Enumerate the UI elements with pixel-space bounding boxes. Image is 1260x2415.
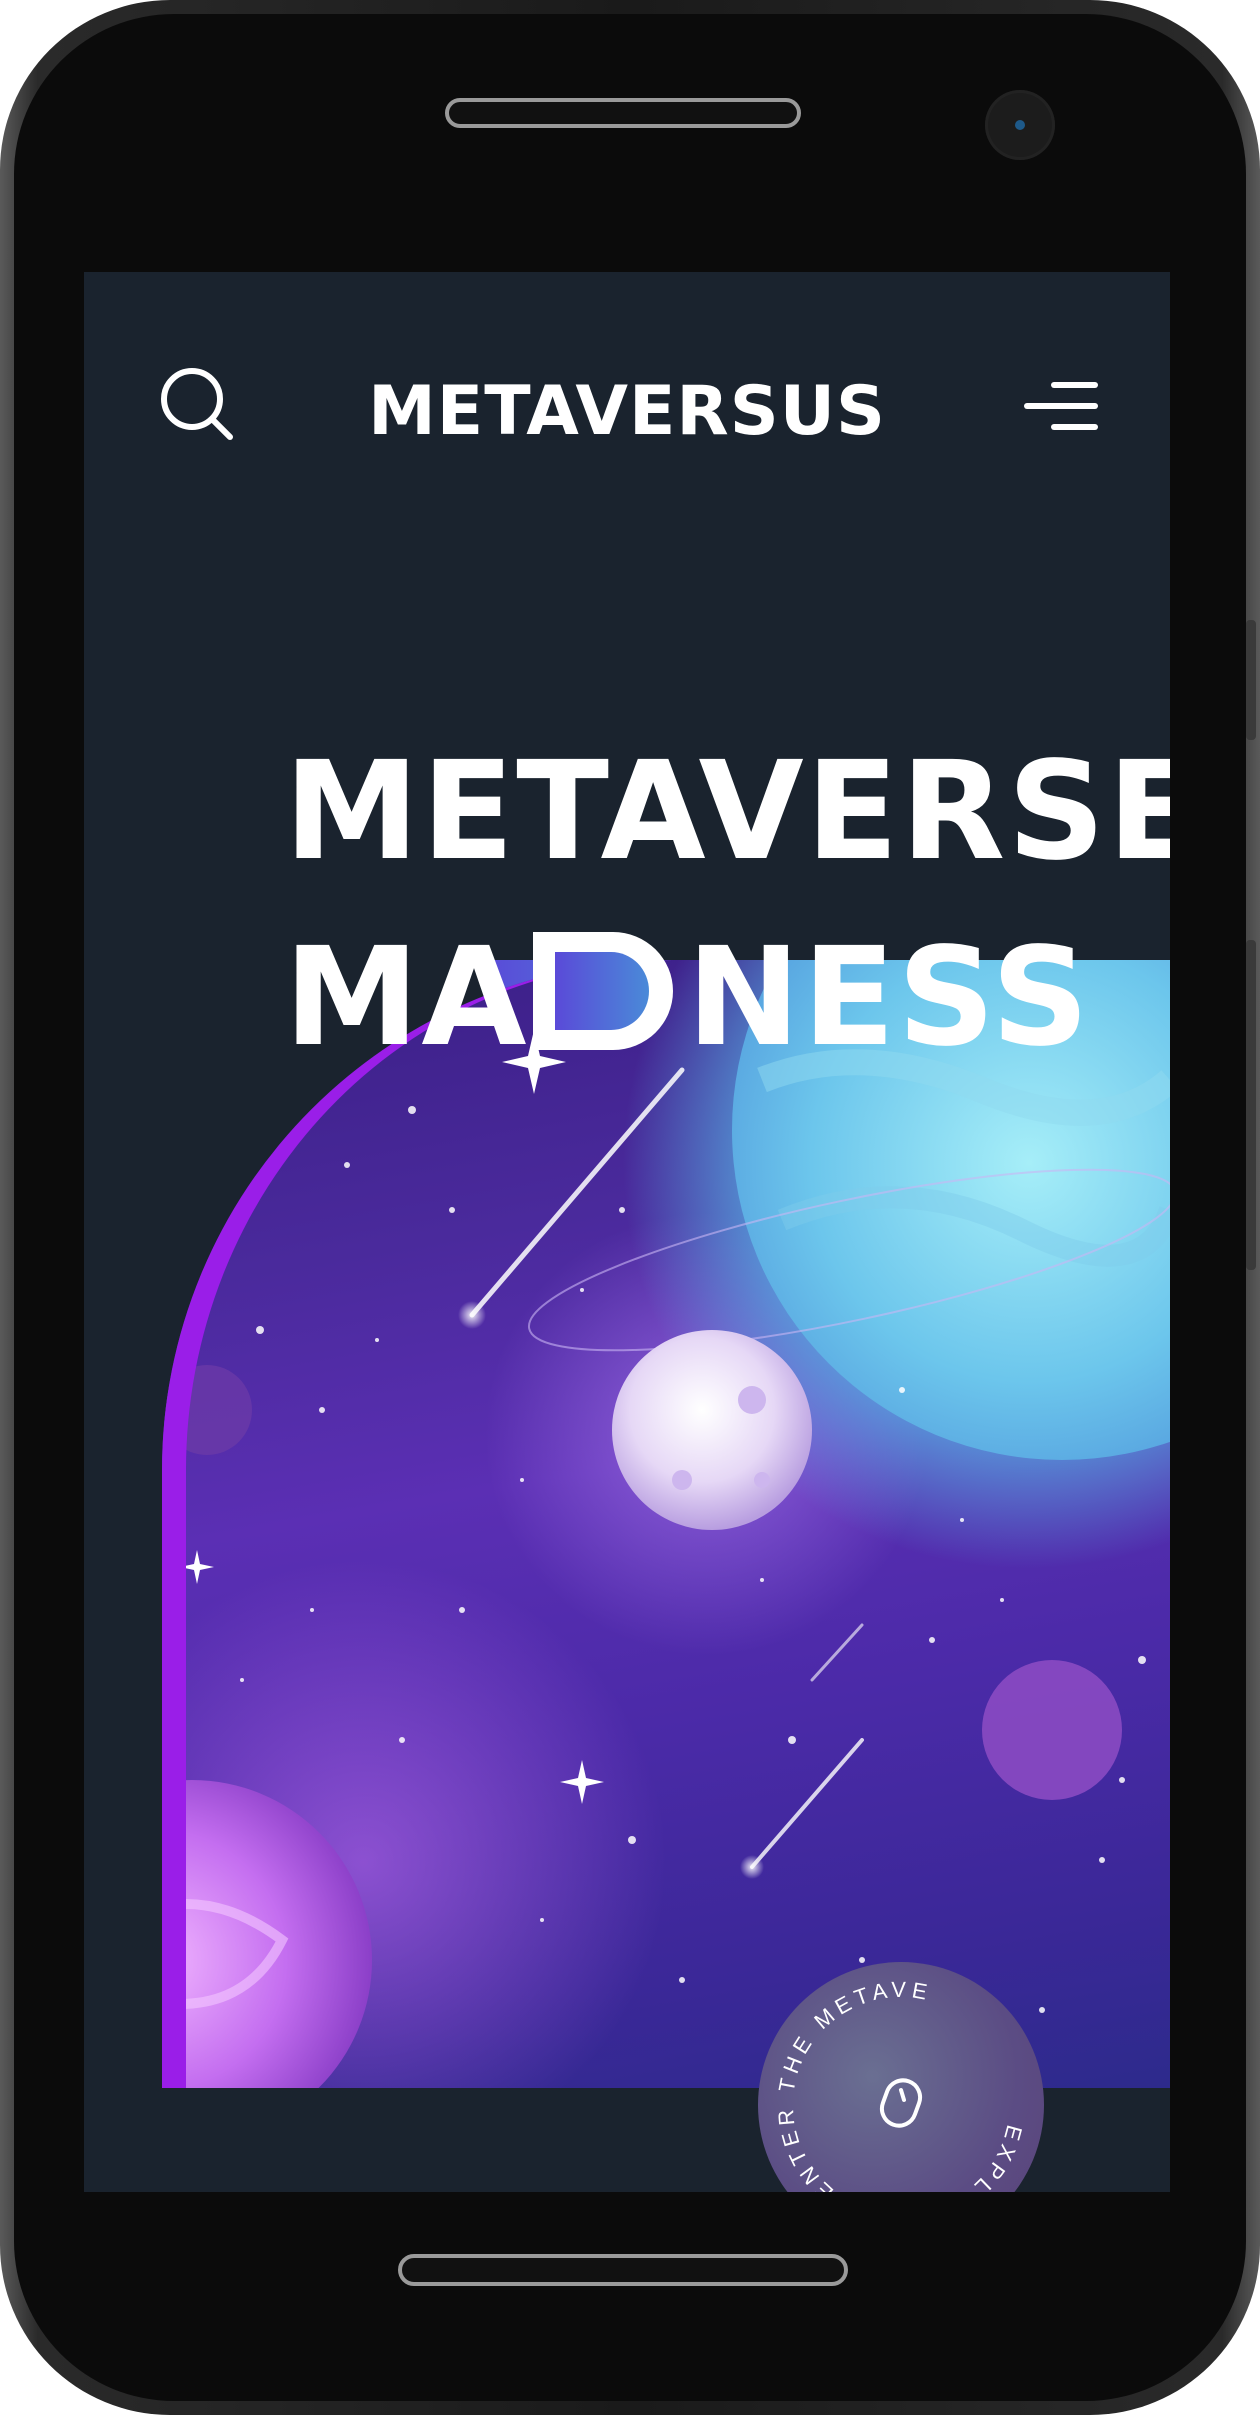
volume-button (1246, 620, 1256, 740)
stylized-d-icon (532, 932, 673, 1050)
home-bar (398, 2254, 848, 2286)
phone-frame: METAVERSUS METAVERSE MA NESS EXPL ENTER … (0, 0, 1260, 2415)
explore-badge-text: EXPLORE AND ENTER THE METAVE (773, 1977, 1028, 2192)
menu-button[interactable] (1024, 380, 1098, 432)
explore-badge-ring: EXPLORE AND ENTER THE METAVE (773, 1977, 1028, 2192)
mouse-icon (879, 2078, 923, 2128)
hero-image-frame-arc (162, 960, 1170, 2088)
hero-title-line-1: METAVERSE (284, 733, 1170, 891)
hero-title-line-2: MA NESS (284, 930, 1104, 1066)
front-camera (985, 90, 1055, 160)
earpiece-speaker (445, 98, 801, 128)
explore-badge[interactable]: EXPLORE AND ENTER THE METAVE (758, 1962, 1044, 2192)
menu-icon (1024, 382, 1098, 430)
hero-title-part-1: MA (284, 919, 529, 1077)
brand-title[interactable]: METAVERSUS (84, 372, 1170, 451)
hero-title-part-2: NESS (686, 919, 1092, 1077)
power-button (1246, 940, 1256, 1270)
app-screen: METAVERSUS METAVERSE MA NESS EXPL ENTER … (84, 272, 1170, 2192)
hero-d-glyph (532, 932, 683, 1050)
